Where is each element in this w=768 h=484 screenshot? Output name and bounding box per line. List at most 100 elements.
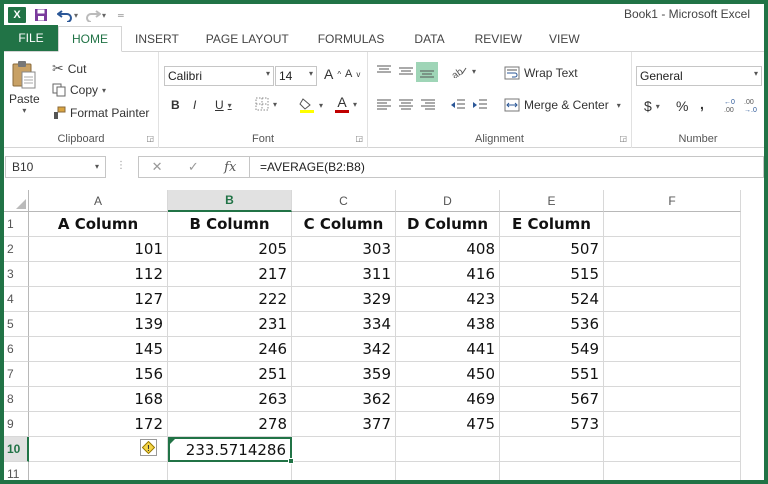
fill-color-button[interactable]: ▾ (299, 97, 323, 113)
row-header-5[interactable]: 5 (4, 312, 29, 337)
cell-b9[interactable]: 278 (168, 412, 292, 437)
middle-align-button[interactable] (398, 64, 414, 78)
tab-view[interactable]: VIEW (537, 26, 592, 51)
tab-insert[interactable]: INSERT (122, 26, 192, 51)
font-launcher-icon[interactable]: ◲ (355, 134, 363, 143)
cell-d8[interactable]: 469 (396, 387, 500, 412)
cell-f1[interactable] (604, 212, 741, 237)
customize-icon[interactable]: ═ (118, 11, 124, 20)
clipboard-launcher-icon[interactable]: ◲ (146, 134, 154, 143)
tab-page-layout[interactable]: PAGE LAYOUT (192, 26, 303, 51)
row-header-6[interactable]: 6 (4, 337, 29, 362)
cell-f5[interactable] (604, 312, 741, 337)
tab-data[interactable]: DATA (399, 26, 459, 51)
cell-a1[interactable]: A Column (29, 212, 168, 237)
fill-handle[interactable] (288, 458, 294, 464)
font-color-button[interactable]: A ▾ (335, 95, 357, 113)
redo-icon[interactable] (84, 6, 102, 24)
cell-e7[interactable]: 551 (500, 362, 604, 387)
cell-a8[interactable]: 168 (29, 387, 168, 412)
cell-a5[interactable]: 139 (29, 312, 168, 337)
cell-c5[interactable]: 334 (292, 312, 396, 337)
cell-c10[interactable] (292, 437, 396, 462)
cell-c3[interactable]: 311 (292, 262, 396, 287)
comma-button[interactable]: , (700, 96, 704, 112)
tab-file[interactable]: FILE (4, 25, 58, 51)
cell-b1[interactable]: B Column (168, 212, 292, 237)
error-check-icon[interactable]: ! (140, 439, 157, 456)
cell-f9[interactable] (604, 412, 741, 437)
cell-a6[interactable]: 145 (29, 337, 168, 362)
underline-button[interactable]: U ▾ (215, 98, 232, 112)
tab-review[interactable]: REVIEW (460, 26, 537, 51)
cell-b11[interactable] (168, 462, 292, 480)
column-header-f[interactable]: F (604, 190, 741, 212)
format-painter-button[interactable]: Format Painter (52, 106, 149, 120)
cell-e5[interactable]: 536 (500, 312, 604, 337)
cell-f4[interactable] (604, 287, 741, 312)
undo-icon[interactable] (56, 6, 74, 24)
insert-function-icon[interactable]: fx (224, 160, 236, 175)
decrease-indent-button[interactable] (450, 98, 466, 112)
cell-a7[interactable]: 156 (29, 362, 168, 387)
cell-c9[interactable]: 377 (292, 412, 396, 437)
bold-button[interactable]: B (171, 98, 180, 112)
cancel-icon[interactable]: ✕ (152, 159, 163, 175)
paste-dropdown-icon[interactable]: ▾ (22, 106, 26, 115)
name-box[interactable]: B10 ▾ (5, 156, 106, 178)
shrink-font-button[interactable]: Av (345, 68, 360, 80)
cell-e1[interactable]: E Column (500, 212, 604, 237)
grow-font-button[interactable]: A ^ (324, 66, 341, 82)
cell-f2[interactable] (604, 237, 741, 262)
currency-button[interactable]: $ ▾ (644, 98, 660, 114)
row-header-7[interactable]: 7 (4, 362, 29, 387)
cut-button[interactable]: ✂ Cut (52, 60, 86, 77)
cell-d4[interactable]: 423 (396, 287, 500, 312)
tab-home[interactable]: HOME (58, 26, 122, 52)
cell-e2[interactable]: 507 (500, 237, 604, 262)
cell-b2[interactable]: 205 (168, 237, 292, 262)
cell-a4[interactable]: 127 (29, 287, 168, 312)
cell-d10[interactable] (396, 437, 500, 462)
enter-icon[interactable]: ✓ (188, 159, 199, 175)
save-icon[interactable] (32, 6, 50, 24)
font-size-select[interactable]: 14 ▾ (275, 66, 317, 86)
undo-dropdown-icon[interactable]: ▾ (74, 11, 78, 20)
cell-c1[interactable]: C Column (292, 212, 396, 237)
column-header-d[interactable]: D (396, 190, 500, 212)
cell-f10[interactable] (604, 437, 741, 462)
copy-button[interactable]: Copy ▾ (52, 83, 106, 97)
cell-f8[interactable] (604, 387, 741, 412)
orientation-button[interactable]: ab ▾ (450, 64, 476, 78)
tab-formulas[interactable]: FORMULAS (303, 26, 400, 51)
cell-c2[interactable]: 303 (292, 237, 396, 262)
column-header-b[interactable]: B (168, 190, 292, 212)
cell-c7[interactable]: 359 (292, 362, 396, 387)
paste-button[interactable]: Paste ▾ (9, 60, 40, 115)
cell-a3[interactable]: 112 (29, 262, 168, 287)
cell-d6[interactable]: 441 (396, 337, 500, 362)
cell-a11[interactable] (29, 462, 168, 480)
formula-bar-splitter-icon[interactable]: ⋮ (116, 160, 126, 171)
cell-d7[interactable]: 450 (396, 362, 500, 387)
top-align-button[interactable] (376, 64, 392, 78)
cell-a2[interactable]: 101 (29, 237, 168, 262)
cell-c8[interactable]: 362 (292, 387, 396, 412)
percent-button[interactable]: % (676, 98, 688, 114)
row-header-1[interactable]: 1 (4, 212, 29, 237)
row-header-10[interactable]: 10 (4, 437, 29, 462)
cell-d3[interactable]: 416 (396, 262, 500, 287)
cell-b5[interactable]: 231 (168, 312, 292, 337)
select-all-corner[interactable] (4, 190, 29, 212)
cell-b8[interactable]: 263 (168, 387, 292, 412)
cell-b4[interactable]: 222 (168, 287, 292, 312)
cell-d9[interactable]: 475 (396, 412, 500, 437)
cell-e8[interactable]: 567 (500, 387, 604, 412)
cell-c11[interactable] (292, 462, 396, 480)
formula-input[interactable]: =AVERAGE(B2:B8) (250, 156, 764, 178)
cell-d5[interactable]: 438 (396, 312, 500, 337)
cell-a9[interactable]: 172 (29, 412, 168, 437)
wrap-text-button[interactable]: Wrap Text (504, 66, 578, 80)
cell-c6[interactable]: 342 (292, 337, 396, 362)
row-header-11[interactable]: 11 (4, 462, 29, 480)
